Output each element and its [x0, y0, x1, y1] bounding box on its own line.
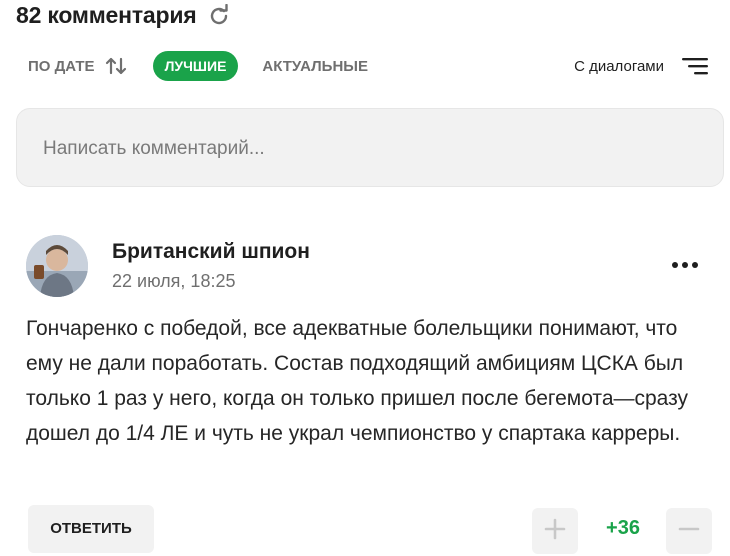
downvote-button[interactable] — [666, 508, 712, 554]
sort-actual-tab[interactable]: АКТУАЛЬНЫЕ — [262, 58, 368, 75]
avatar[interactable] — [26, 235, 88, 297]
comment-text: Гончаренко с победой, все адекватные бол… — [26, 317, 689, 445]
sort-arrows-icon — [105, 56, 129, 76]
reply-button[interactable]: ОТВЕТИТЬ — [28, 505, 154, 553]
comments-header: 82 комментария — [16, 2, 231, 29]
minus-icon — [678, 518, 700, 545]
sort-by-date-button[interactable]: ПО ДАТЕ — [28, 56, 129, 76]
comment-score: +36 — [606, 517, 640, 539]
sort-best-tab[interactable]: ЛУЧШИЕ — [152, 51, 239, 81]
dialogs-menu-icon — [680, 56, 710, 76]
sort-by-date-label: ПО ДАТЕ — [28, 57, 95, 75]
comment-date: 22 июля, 18:25 — [112, 271, 236, 291]
dialogs-toggle[interactable]: С диалогами — [574, 56, 710, 76]
plus-icon — [544, 518, 566, 545]
comment-author[interactable]: Британский шпион — [112, 240, 310, 264]
upvote-button[interactable] — [532, 508, 578, 554]
dialogs-label: С диалогами — [574, 57, 664, 75]
comments-count-title: 82 комментария — [16, 2, 197, 28]
comment-input-box — [16, 108, 724, 188]
comment-input[interactable] — [41, 109, 703, 188]
refresh-icon[interactable] — [207, 3, 231, 28]
more-dots-icon[interactable] — [670, 255, 700, 275]
sort-bar: ПО ДАТЕ ЛУЧШИЕ АКТУАЛЬНЫЕ С диалогами — [28, 50, 710, 82]
